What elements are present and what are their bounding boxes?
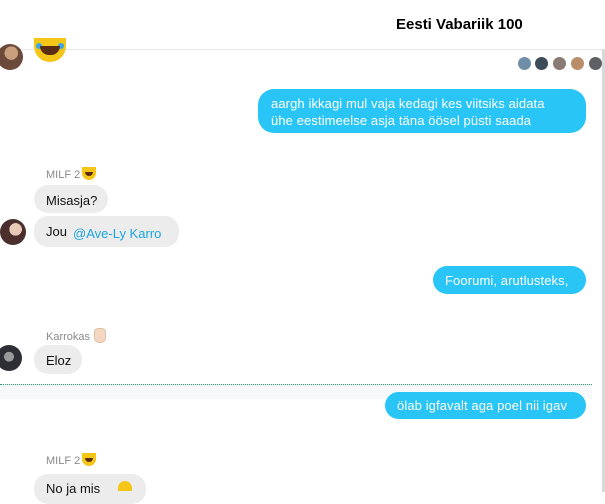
sender-name: MILF 2 [46, 167, 97, 181]
message-text: Jou [46, 224, 67, 239]
smiley-emoji-icon [118, 481, 132, 491]
read-receipt-avatar [589, 57, 602, 70]
mention-link[interactable]: @Ave-Ly Karro [73, 225, 161, 242]
new-messages-divider [0, 384, 592, 385]
sender-name: MILF 2 [46, 453, 97, 467]
message-text: Foorumi, arutlusteks, [445, 273, 569, 288]
read-receipt-avatar [571, 57, 584, 70]
outgoing-message[interactable]: ölab igfavalt aga poel nii igav [385, 392, 586, 419]
read-receipt-avatar [535, 57, 548, 70]
avatar[interactable] [0, 44, 23, 70]
outgoing-message[interactable]: Foorumi, arutlusteks, [433, 266, 586, 294]
chat-header: Eesti Vabariik 100 [0, 0, 605, 50]
sender-name: Karrokas [46, 328, 107, 343]
outgoing-message[interactable]: aargh ikkagi mul vaja kedagi kes viitsik… [258, 89, 586, 133]
avatar[interactable] [0, 345, 22, 371]
message-text: Misasja? [46, 193, 98, 208]
avatar[interactable] [0, 219, 26, 245]
message-text: ölab igfavalt aga poel nii igav [397, 398, 568, 413]
read-receipt-avatar [518, 57, 531, 70]
laughing-tears-emoji-icon [82, 167, 97, 180]
chat-title[interactable]: Eesti Vabariik 100 [396, 16, 523, 33]
incoming-message[interactable]: Jou @Ave-Ly Karro [34, 216, 179, 247]
message-text: aargh ikkagi mul vaja kedagi kes viitsik… [271, 96, 545, 128]
laughing-tears-emoji-icon [82, 453, 97, 466]
read-receipt-avatar [553, 57, 566, 70]
ok-hand-emoji-icon [94, 328, 107, 343]
message-text: Eloz [46, 353, 72, 368]
laughing-tears-emoji-icon [34, 38, 66, 62]
message-text: No ja mis [46, 481, 101, 496]
incoming-message[interactable]: Misasja? [34, 185, 108, 213]
incoming-message[interactable]: Eloz [34, 345, 82, 374]
